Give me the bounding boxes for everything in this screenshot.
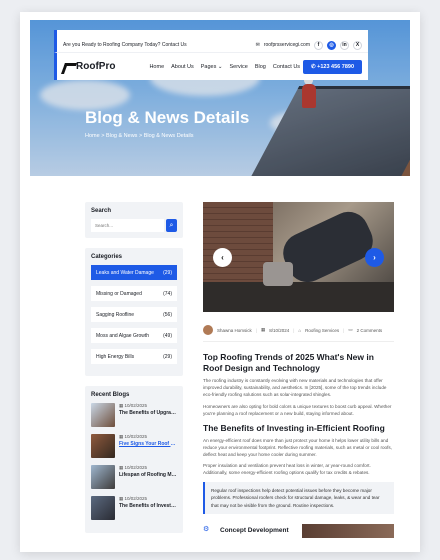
- comments-count[interactable]: 2 Comments: [357, 328, 383, 333]
- article-category[interactable]: Roofing Services: [305, 328, 339, 333]
- category-count: (29): [163, 269, 172, 276]
- related-image: [302, 523, 394, 538]
- tag-icon: ⌂: [298, 327, 302, 333]
- section-heading: The Benefits of Investing in-Efficient R…: [203, 422, 385, 433]
- category-label: Moss and Algae Growth: [96, 332, 150, 339]
- facebook-icon[interactable]: f: [314, 40, 323, 50]
- email-icon: ✉: [255, 42, 260, 48]
- category-label: Missing or Damaged: [96, 290, 142, 297]
- article-paragraph: Proper insulation and ventilation preven…: [203, 463, 371, 476]
- category-label: Sagging Roofline: [96, 311, 135, 318]
- roof-logo-icon: [63, 62, 74, 72]
- author-name[interactable]: Shawna Homsick: [217, 328, 252, 333]
- post-thumbnail[interactable]: [91, 465, 115, 489]
- categories-title: Categories: [91, 254, 123, 260]
- article-meta: Shawna Homsick | ▦ 8/10/2024 | ⌂ Roofing…: [203, 325, 394, 342]
- search-widget: Search ⌕: [85, 202, 183, 238]
- post-title[interactable]: The Benefits of Investing in Energy E...: [119, 503, 177, 509]
- calendar-icon: ▦: [260, 327, 266, 332]
- article-date: 8/10/2024: [269, 327, 290, 333]
- search-button[interactable]: ⌕: [166, 219, 177, 232]
- recent-post[interactable]: ▦ 10/02/2025 The Benefits of Upgrading t…: [91, 403, 177, 427]
- category-label: Leaks and Water Damage: [96, 269, 154, 276]
- nav-contact[interactable]: Contact Us: [273, 64, 300, 70]
- brand-name: RoofPro: [76, 61, 116, 72]
- x-icon[interactable]: X: [353, 40, 362, 50]
- nav-pages[interactable]: Pages ⌄: [201, 64, 223, 70]
- instagram-icon[interactable]: ◎: [327, 40, 336, 50]
- category-item[interactable]: Missing or Damaged (74): [91, 286, 177, 301]
- post-date: 10/02/2025: [124, 496, 148, 501]
- post-thumbnail[interactable]: [91, 434, 115, 458]
- post-title[interactable]: Lifespan of Roofing Material What You Ne…: [119, 472, 177, 478]
- brand-logo[interactable]: RoofPro: [63, 61, 115, 72]
- page-frame: Are you Ready to Roofing Company Today? …: [20, 12, 420, 552]
- article-title: Top Roofing Trends of 2025 What's New in…: [203, 352, 374, 373]
- nav-about[interactable]: About Us: [171, 64, 194, 70]
- category-count: (49): [163, 332, 172, 339]
- categories-widget: Categories Leaks and Water Damage (29) Mi…: [85, 248, 183, 376]
- chevron-right-icon: ›: [373, 253, 376, 262]
- article-paragraph: An energy-efficient roof does more than …: [203, 437, 392, 458]
- post-title[interactable]: Five Signs Your Roof Needs Immediate At.…: [119, 441, 177, 447]
- recent-blogs-title: Recent Blogs: [91, 392, 130, 398]
- chevron-left-icon: ‹: [221, 253, 224, 262]
- category-count: (56): [163, 311, 172, 318]
- article-paragraph: Homeowners are also opting for bold colo…: [203, 403, 392, 416]
- blockquote: Regular roof inspections help detect pot…: [203, 482, 394, 514]
- related-title: Concept Development: [220, 526, 289, 534]
- category-item[interactable]: High Energy Bills (29): [91, 349, 177, 364]
- post-date: 10/02/2025: [124, 465, 148, 470]
- category-item[interactable]: Moss and Algae Growth (49): [91, 328, 177, 343]
- recent-post[interactable]: ▦ 10/02/2025 Five Signs Your Roof Needs …: [91, 434, 177, 458]
- recent-post[interactable]: ▦ 10/02/2025 The Benefits of Investing i…: [91, 496, 177, 520]
- slider-prev-button[interactable]: ‹: [213, 248, 232, 267]
- nav-home[interactable]: Home: [149, 64, 164, 70]
- post-thumbnail[interactable]: [91, 496, 115, 520]
- post-thumbnail[interactable]: [91, 403, 115, 427]
- category-count: (74): [163, 290, 172, 297]
- post-title[interactable]: The Benefits of Upgrading to an Ener...: [119, 410, 177, 416]
- related-section: ⚙ Concept Development: [203, 523, 394, 538]
- nav-service[interactable]: Service: [229, 64, 247, 70]
- category-label: High Energy Bills: [96, 353, 135, 360]
- avatar: [203, 325, 213, 335]
- sidebar: Search ⌕ Categories Leaks and Water Dama…: [85, 202, 183, 543]
- post-date: 10/02/2025: [124, 434, 148, 439]
- concept-icon: ⚙: [203, 525, 210, 533]
- search-icon: ⌕: [169, 221, 174, 229]
- page-title: Blog & News Details: [85, 108, 250, 127]
- category-count: (29): [163, 353, 172, 360]
- recent-post[interactable]: ▦ 10/02/2025 Lifespan of Roofing Materia…: [91, 465, 177, 489]
- phone-button[interactable]: ✆ +123 456 7890: [303, 59, 362, 74]
- article-paragraph: The roofing industry is constantly evolv…: [203, 378, 387, 398]
- phone-number: +123 456 7890: [317, 63, 354, 70]
- search-title: Search: [91, 208, 112, 214]
- nav-blog[interactable]: Blog: [255, 64, 266, 70]
- linkedin-icon[interactable]: in: [340, 40, 349, 50]
- slider-next-button[interactable]: ›: [365, 248, 384, 267]
- email-text[interactable]: roofprsservicegi.com: [264, 42, 310, 48]
- breadcrumb[interactable]: Home > Blog & News > Blog & News Details: [85, 133, 194, 139]
- recent-blogs-widget: Recent Blogs ▦ 10/02/2025 The Benefits o…: [85, 386, 183, 533]
- category-item[interactable]: Sagging Roofline (56): [91, 307, 177, 322]
- category-item[interactable]: Leaks and Water Damage (29): [91, 265, 177, 280]
- main-navbar: RoofPro Home About Us Pages ⌄ Service Bl…: [54, 52, 368, 80]
- search-input[interactable]: [91, 219, 164, 232]
- image-slider[interactable]: ‹ ›: [203, 202, 394, 312]
- comment-icon: ▭: [348, 327, 353, 332]
- article: ‹ › Shawna Homsick | ▦ 8/10/2024 | ⌂ Roo…: [203, 202, 394, 538]
- announcement-text[interactable]: Are you Ready to Roofing Company Today? …: [63, 42, 187, 48]
- post-date: 10/02/2025: [124, 403, 148, 408]
